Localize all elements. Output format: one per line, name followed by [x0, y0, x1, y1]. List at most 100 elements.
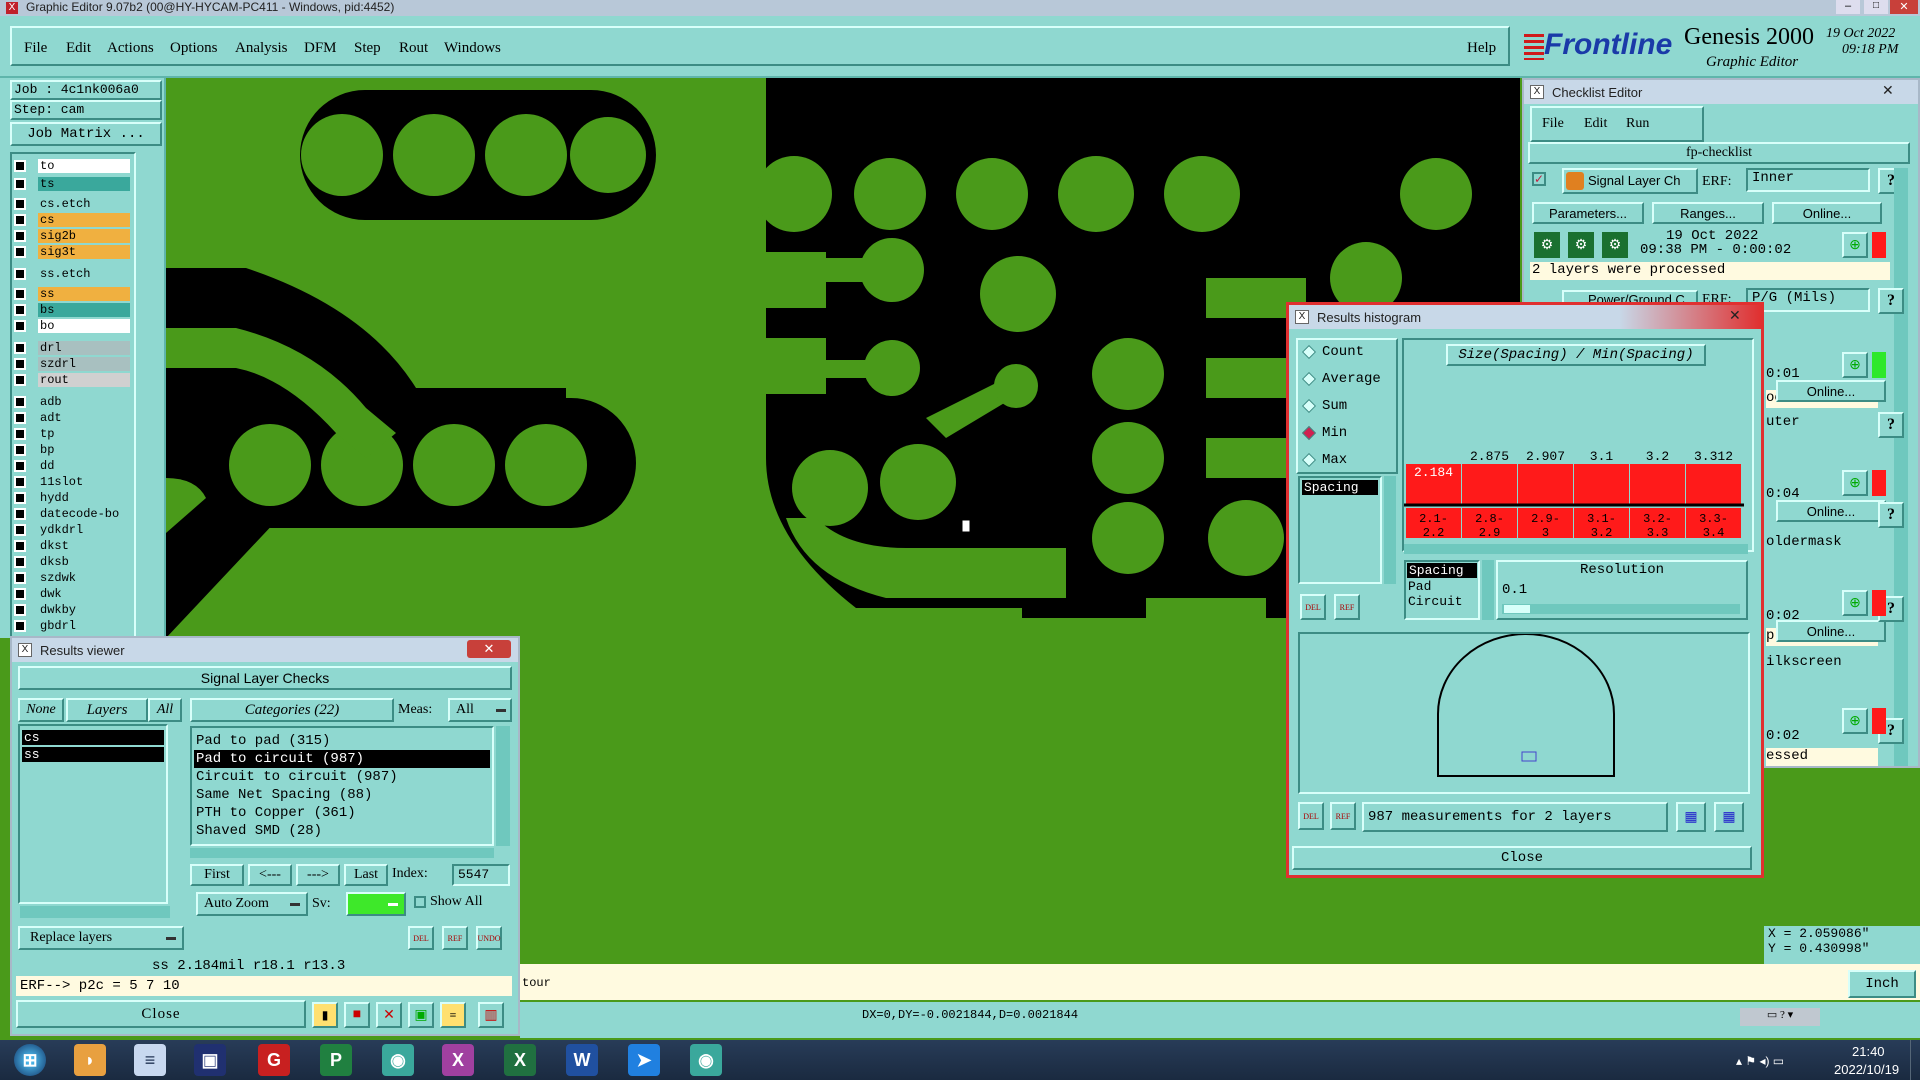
slider-thumb[interactable]	[1504, 605, 1530, 613]
category-hscrollbar[interactable]	[190, 848, 494, 858]
layer-row-hydd[interactable]: hydd	[14, 490, 130, 505]
layer-checkbox[interactable]	[14, 159, 26, 172]
layer-checkbox[interactable]	[14, 475, 26, 488]
layer-row-szdwk[interactable]: szdwk	[14, 570, 130, 585]
show-all-checkbox[interactable]	[414, 896, 426, 908]
layer-row-adb[interactable]: adb	[14, 394, 130, 409]
layer-checkbox[interactable]	[14, 213, 26, 226]
menu-help[interactable]: Help	[1467, 40, 1496, 57]
taskbar-app-9[interactable]: W	[552, 1040, 612, 1080]
layer-row-bo[interactable]: bo	[14, 318, 130, 333]
resolution-slider[interactable]	[1502, 604, 1740, 614]
del-button[interactable]: DEL	[408, 926, 434, 950]
hist-ref-button[interactable]: REF	[1334, 594, 1360, 620]
taskbar-app-8[interactable]: X	[490, 1040, 550, 1080]
close-icon[interactable]: ✕	[467, 640, 511, 658]
layer-checkbox[interactable]	[14, 491, 26, 504]
first-button[interactable]: First	[190, 864, 244, 886]
layer-checkbox[interactable]	[14, 197, 26, 210]
toolbar-icon-6[interactable]: ▥	[478, 1002, 504, 1028]
layer-row-tp[interactable]: tp	[14, 426, 130, 441]
preview-ref-button[interactable]: REF	[1330, 802, 1356, 830]
layer-row-drl[interactable]: drl	[14, 340, 130, 355]
category-scrollbar[interactable]	[496, 726, 510, 846]
undo-button[interactable]: UNDO	[476, 926, 502, 950]
layer-checkbox[interactable]	[14, 571, 26, 584]
layer-row-dwk[interactable]: dwk	[14, 586, 130, 601]
checklist-scrollbar[interactable]	[1894, 168, 1908, 766]
hist-del-button[interactable]: DEL	[1300, 594, 1326, 620]
menu-actions[interactable]: Actions	[107, 40, 154, 57]
list-item-selected[interactable]: Spacing	[1407, 563, 1477, 578]
none-button[interactable]: None	[18, 698, 64, 722]
layer-checkbox[interactable]	[14, 459, 26, 472]
mode-radio-average[interactable]: Average	[1301, 371, 1381, 387]
layer-row-dksb[interactable]: dksb	[14, 554, 130, 569]
layer-checkbox[interactable]	[14, 619, 26, 632]
taskbar-app-1[interactable]: ◗	[60, 1040, 120, 1080]
help-button-3[interactable]: ?	[1878, 412, 1904, 438]
layer-checkbox[interactable]	[14, 411, 26, 424]
export-icon-2[interactable]: ▦	[1714, 802, 1744, 832]
list-item[interactable]: PTH to Copper (361)	[194, 804, 490, 822]
layer-row-dkst[interactable]: dkst	[14, 538, 130, 553]
menu-rout[interactable]: Rout	[399, 40, 428, 57]
layer-result-list[interactable]: cs ss	[18, 724, 170, 918]
layer-checkbox[interactable]	[14, 229, 26, 242]
layer-row-rout[interactable]: rout	[14, 372, 130, 387]
preview-del-button[interactable]: DEL	[1298, 802, 1324, 830]
taskbar-app-11[interactable]: ◉	[676, 1040, 736, 1080]
list-item[interactable]: Circuit to circuit (987)	[194, 768, 490, 786]
menu-edit[interactable]: Edit	[66, 40, 91, 57]
list-item[interactable]: Shaved SMD (28)	[194, 822, 490, 840]
layer-row-ts[interactable]: ts	[14, 176, 130, 191]
layer-checkbox[interactable]	[14, 303, 26, 316]
histogram-bar[interactable]	[1574, 464, 1629, 504]
run-icon-2[interactable]: ⚙	[1568, 232, 1594, 258]
sv-color-select[interactable]	[346, 892, 406, 916]
chart-hscrollbar[interactable]	[1404, 544, 1748, 554]
layer-checkbox[interactable]	[14, 523, 26, 536]
layer-checkbox[interactable]	[14, 357, 26, 370]
list-item[interactable]: ss	[22, 747, 164, 762]
mode-radio-count[interactable]: Count	[1301, 344, 1364, 360]
taskbar-app-7[interactable]: X	[428, 1040, 488, 1080]
list-item[interactable]: cs	[22, 730, 164, 745]
layer-row-11slot[interactable]: 11slot	[14, 474, 130, 489]
list-item[interactable]: Pad to pad (315)	[194, 732, 490, 750]
layer-checkbox[interactable]	[14, 443, 26, 456]
checklist-menu-file[interactable]: File	[1542, 116, 1564, 132]
zoom-icon-3[interactable]: ⊕	[1842, 470, 1868, 496]
taskbar-app-10[interactable]: ➤	[614, 1040, 674, 1080]
layer-row-cs.etch[interactable]: cs.etch	[14, 196, 130, 211]
layer-checkbox[interactable]	[14, 341, 26, 354]
taskbar-app-3[interactable]: ▣	[180, 1040, 240, 1080]
checklist-menu-run[interactable]: Run	[1626, 116, 1649, 132]
menu-windows[interactable]: Windows	[444, 40, 501, 57]
online-button-4[interactable]: Online...	[1776, 620, 1886, 642]
breakdown-scrollbar[interactable]	[1482, 560, 1494, 620]
layer-row-ss.etch[interactable]: ss.etch	[14, 266, 130, 281]
results-close-button[interactable]: Close	[16, 1000, 306, 1028]
menu-file[interactable]: File	[24, 40, 47, 57]
field-list-scrollbar[interactable]	[1384, 476, 1396, 584]
toolbar-icon-5[interactable]: ≡	[440, 1002, 466, 1028]
menu-analysis[interactable]: Analysis	[235, 40, 288, 57]
taskbar-app-4[interactable]: G	[244, 1040, 304, 1080]
checklist-row-checkbox[interactable]: ✓	[1532, 172, 1546, 186]
histogram-bar[interactable]	[1630, 464, 1685, 504]
meas-select[interactable]: All	[448, 698, 512, 722]
taskbar-app-6[interactable]: ◉	[368, 1040, 428, 1080]
erf-field-2[interactable]: P/G (Mils)	[1746, 288, 1870, 312]
erf-field[interactable]: Inner	[1746, 168, 1870, 192]
run-icon-1[interactable]: ⚙	[1534, 232, 1560, 258]
histogram-bar[interactable]	[1686, 464, 1741, 504]
layer-row-dd[interactable]: dd	[14, 458, 130, 473]
field-list[interactable]: Spacing	[1298, 476, 1382, 584]
list-item-selected[interactable]: Pad to circuit (987)	[194, 750, 490, 768]
layer-checkbox[interactable]	[14, 587, 26, 600]
zoom-icon-2[interactable]: ⊕	[1842, 352, 1868, 378]
list-item[interactable]: Circuit	[1406, 594, 1478, 609]
list-item[interactable]: Pad	[1406, 579, 1478, 594]
last-button[interactable]: Last	[344, 864, 388, 886]
